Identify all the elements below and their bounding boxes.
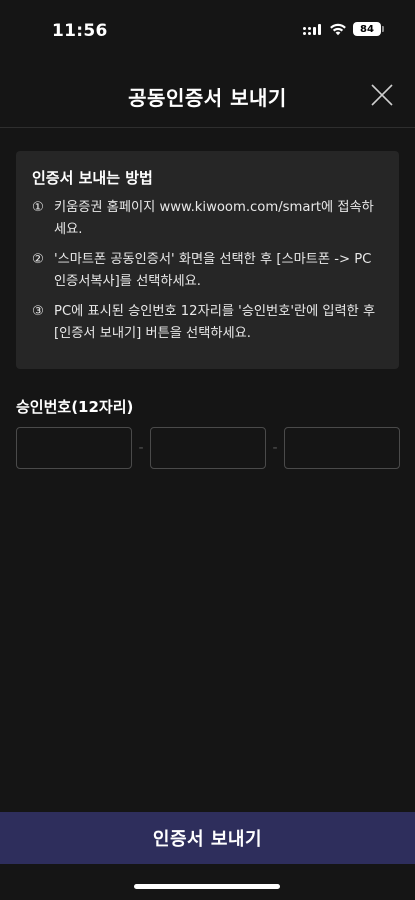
- step-number: ①: [32, 200, 44, 215]
- guide-step: ③ PC에 표시된 승인번호 12자리를 '승인번호'란에 입력한 후 [인증서…: [32, 301, 383, 345]
- step-text: 키움증권 홈페이지 www.kiwoom.com/smart에 접속하세요.: [54, 200, 374, 237]
- approval-number-inputs: - -: [16, 427, 400, 469]
- step-number: ②: [32, 252, 44, 267]
- wifi-icon: [330, 23, 346, 36]
- page-title: 공동인증서 보내기: [128, 86, 287, 110]
- approval-number-label: 승인번호(12자리): [16, 398, 134, 416]
- guide-title: 인증서 보내는 방법: [32, 169, 153, 187]
- status-icons: 84: [303, 22, 384, 36]
- close-button[interactable]: [369, 82, 395, 108]
- approval-number-field-2[interactable]: [150, 427, 266, 469]
- step-text: PC에 표시된 승인번호 12자리를 '승인번호'란에 입력한 후 [인증서 보…: [54, 304, 376, 341]
- approval-number-field-1[interactable]: [16, 427, 132, 469]
- guide-step: ② '스마트폰 공동인증서' 화면을 선택한 후 [스마트폰 -> PC 인증서…: [32, 249, 383, 293]
- signal-icon: [303, 23, 323, 35]
- status-time: 11:56: [52, 21, 108, 41]
- battery-icon: 84: [353, 22, 384, 36]
- step-text: '스마트폰 공동인증서' 화면을 선택한 후 [스마트폰 -> PC 인증서복사…: [54, 252, 372, 289]
- close-icon: [371, 84, 393, 106]
- separator: -: [138, 440, 144, 456]
- battery-level: 84: [360, 23, 374, 35]
- approval-number-field-3[interactable]: [284, 427, 400, 469]
- guide-box: 인증서 보내는 방법 ① 키움증권 홈페이지 www.kiwoom.com/sm…: [16, 151, 399, 369]
- guide-step: ① 키움증권 홈페이지 www.kiwoom.com/smart에 접속하세요.: [32, 197, 383, 241]
- step-number: ③: [32, 304, 44, 319]
- header: 공동인증서 보내기: [0, 62, 415, 128]
- status-bar: 11:56 84: [0, 0, 415, 62]
- separator: -: [272, 440, 278, 456]
- send-certificate-button[interactable]: 인증서 보내기: [0, 812, 415, 864]
- home-indicator: [134, 884, 280, 889]
- screen: 11:56 84 공동인증서 보내기 인증서 보내는 방법 ① 키움증권 홈페이…: [0, 0, 415, 900]
